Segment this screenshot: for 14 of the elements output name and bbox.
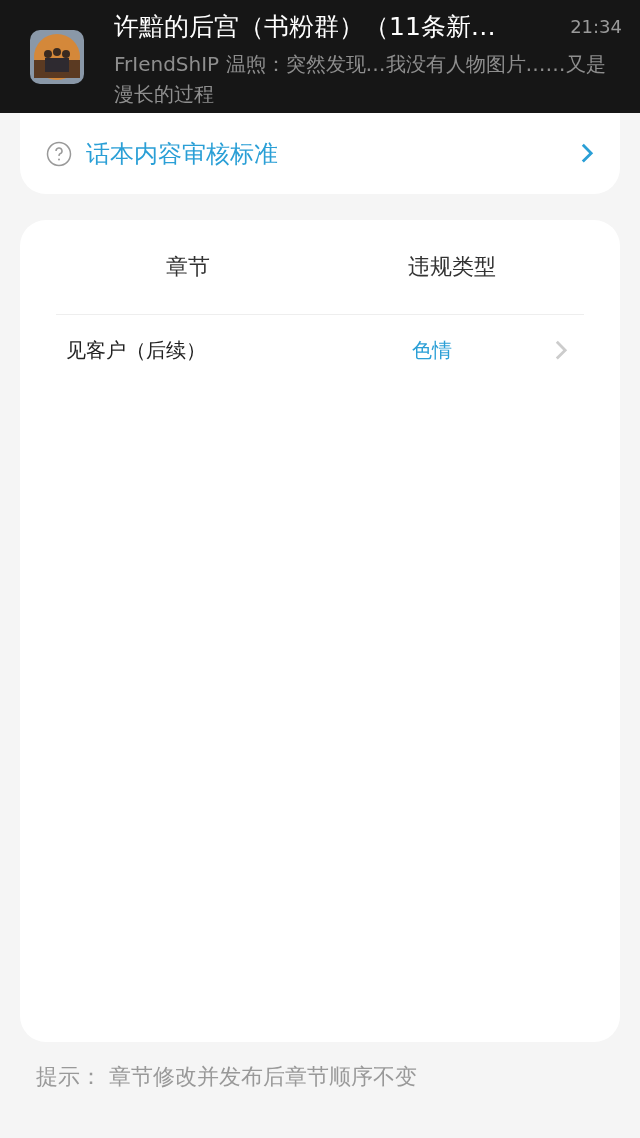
column-header: 违规类型: [407, 253, 497, 281]
guideline-link[interactable]: 话本内容审核标准: [86, 137, 580, 170]
notification-message: FrIendShIP 温煦：突然发现…我没有人物图片……又是漫长的过程: [114, 51, 607, 108]
guideline-card[interactable]: 话本内容审核标准: [20, 113, 620, 194]
chevron-right-icon[interactable]: [554, 338, 568, 362]
help-icon: [46, 140, 72, 167]
notification-banner[interactable]: 许黯的后宫（书粉群）（11条新… 21:34 FrIendShIP 温煦：突然发现…我没有人物图片……又是漫长的过程: [0, 0, 640, 113]
table-cell-text: 色情: [411, 336, 453, 364]
hint-text: 提示： 章节修改并发布后章节顺序不变: [35, 1063, 418, 1091]
notification-time: 21:34: [570, 16, 622, 37]
table-cell-text: 见客户（后续）: [66, 336, 207, 364]
column-header: 章节: [165, 253, 211, 281]
chevron-right-icon[interactable]: [580, 142, 594, 165]
notification-title: 许黯的后宫（书粉群）（11条新…: [114, 11, 497, 43]
